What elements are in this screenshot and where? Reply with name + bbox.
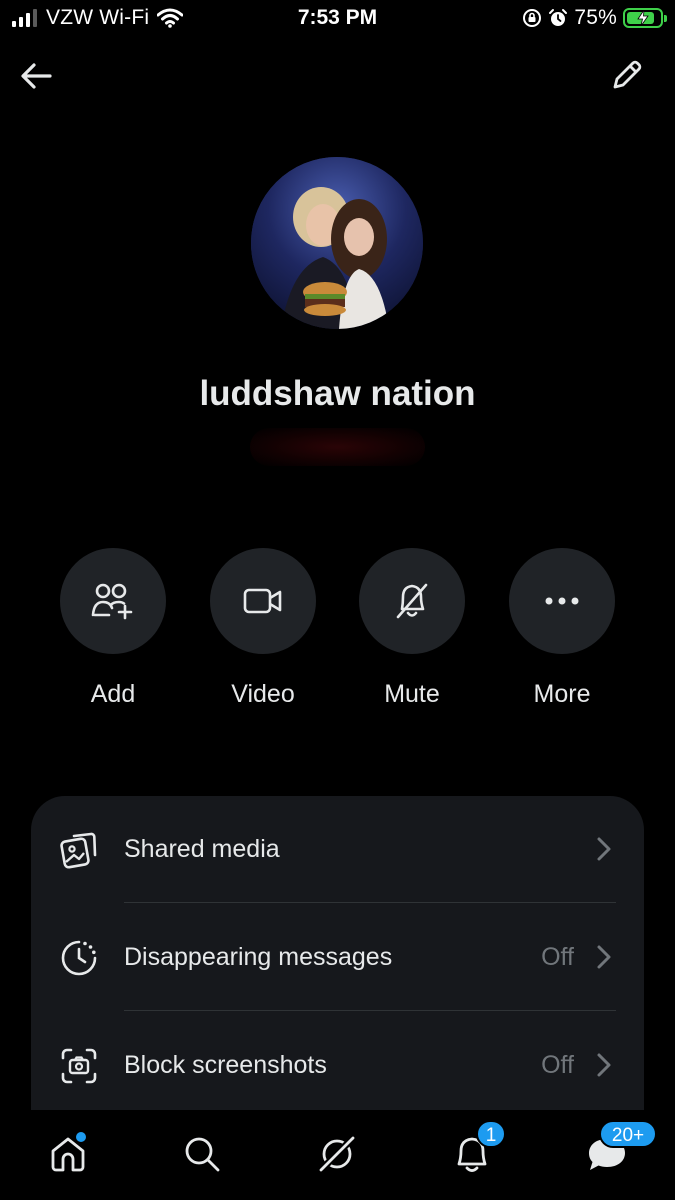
nav-messages[interactable]: 20+ — [577, 1120, 657, 1182]
arrow-left-icon — [21, 63, 52, 89]
add-people-icon — [91, 583, 133, 620]
nav-grok[interactable] — [307, 1126, 367, 1182]
charging-bolt-icon — [637, 10, 649, 26]
add-label: Add — [90, 680, 136, 708]
more-dots-icon — [545, 597, 579, 605]
settings-row-shared-media[interactable]: Shared media — [31, 796, 644, 904]
more-button[interactable] — [509, 548, 615, 654]
shared-media-icon — [59, 830, 99, 870]
video-action[interactable]: Video — [193, 548, 333, 709]
settings-card: Shared media Disappearing messages Off B… — [31, 796, 644, 1126]
redacted-subtitle — [250, 428, 425, 466]
settings-row-value: Off — [541, 1051, 574, 1079]
pencil-icon — [613, 60, 642, 89]
group-photo — [251, 157, 423, 329]
battery-icon — [623, 8, 667, 28]
group-avatar[interactable] — [251, 157, 423, 329]
status-right: 75% — [522, 6, 667, 30]
video-camera-icon — [243, 588, 282, 614]
rotation-lock-icon — [523, 9, 542, 27]
home-unread-dot — [76, 1132, 86, 1142]
mute-button[interactable] — [359, 548, 465, 654]
search-icon — [185, 1137, 220, 1172]
settings-row-block-screenshots[interactable]: Block screenshots Off — [31, 1012, 644, 1120]
group-name: luddshaw nation — [199, 374, 476, 413]
divider — [124, 1010, 616, 1011]
add-button[interactable] — [60, 548, 166, 654]
chevron-right-icon — [592, 834, 616, 864]
settings-row-label: Block screenshots — [124, 1051, 327, 1079]
alarm-icon — [549, 9, 568, 26]
bell-off-icon — [396, 583, 428, 619]
mute-label: Mute — [384, 680, 440, 708]
settings-row-disappearing-messages[interactable]: Disappearing messages Off — [31, 904, 644, 1012]
screenshot-icon — [59, 1046, 99, 1086]
nav-search[interactable] — [172, 1126, 232, 1182]
mute-action[interactable]: Mute — [342, 548, 482, 709]
back-button[interactable] — [16, 56, 56, 96]
video-label: Video — [231, 680, 295, 708]
battery-percent: 75% — [574, 6, 617, 29]
messages-badge: 20+ — [599, 1120, 657, 1148]
bottom-navigation: 1 20+ — [0, 1110, 675, 1200]
nav-home[interactable] — [38, 1126, 98, 1182]
nav-notifications[interactable]: 1 — [442, 1120, 506, 1182]
more-label: More — [533, 680, 591, 708]
status-bar: VZW Wi-Fi 7:53 PM 75% — [0, 0, 675, 38]
settings-row-value: Off — [541, 943, 574, 971]
chevron-right-icon — [592, 942, 616, 972]
chevron-right-icon — [592, 1050, 616, 1080]
group-info-screen: VZW Wi-Fi 7:53 PM 75% luddshaw nation Ad… — [0, 0, 675, 1200]
settings-row-label: Shared media — [124, 835, 280, 863]
timer-icon — [59, 938, 99, 978]
more-action[interactable]: More — [492, 548, 632, 709]
grok-icon — [318, 1135, 356, 1173]
video-button[interactable] — [210, 548, 316, 654]
divider — [124, 902, 616, 903]
add-action[interactable]: Add — [43, 548, 183, 709]
edit-button[interactable] — [607, 55, 647, 95]
settings-row-label: Disappearing messages — [124, 943, 393, 971]
notifications-badge: 1 — [476, 1120, 506, 1148]
